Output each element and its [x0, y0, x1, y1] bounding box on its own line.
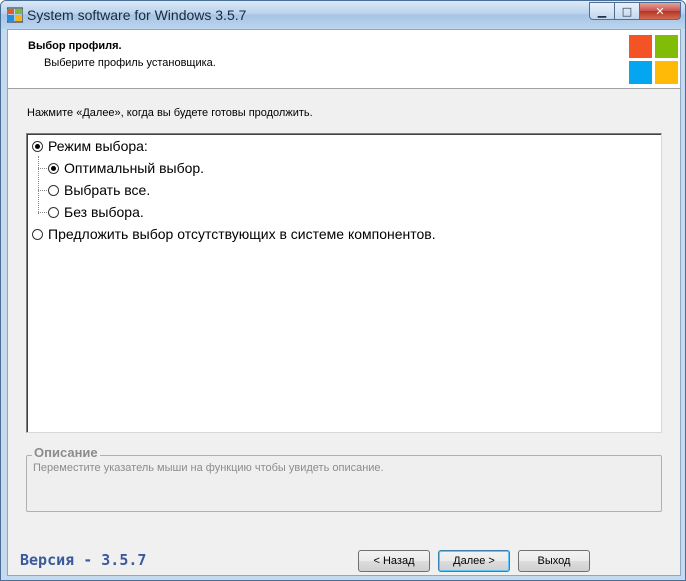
radio-button[interactable]: [48, 206, 59, 218]
windows-flag-icon: [7, 7, 23, 23]
radio-button[interactable]: [32, 140, 43, 152]
description-text: Переместите указатель мыши на функцию чт…: [33, 462, 384, 474]
next-button[interactable]: Далее >: [438, 550, 510, 572]
profile-tree[interactable]: Режим выбора: Оптимальный выбор. Выбрать…: [26, 133, 662, 433]
wizard-header: Выбор профиля. Выберите профиль установщ…: [8, 30, 680, 89]
radio-button[interactable]: [32, 228, 43, 240]
logo-blue-square: [629, 61, 652, 84]
maximize-button[interactable]: □: [614, 2, 640, 20]
profile-option-label: Оптимальный выбор.: [64, 160, 205, 176]
tree-connector: [38, 156, 39, 214]
profile-option-optimal[interactable]: Оптимальный выбор.: [48, 160, 204, 176]
page-subtitle: Выберите профиль установщика.: [44, 57, 216, 69]
dialog-client-area: Выбор профиля. Выберите профиль установщ…: [7, 29, 681, 576]
minimize-icon: ▁: [597, 4, 607, 18]
profile-option-label: Режим выбора:: [48, 138, 148, 154]
profile-option-select-all[interactable]: Выбрать все.: [48, 182, 150, 198]
radio-button[interactable]: [48, 162, 59, 174]
profile-option-selection-mode[interactable]: Режим выбора:: [32, 138, 148, 154]
windows-logo-icon: [629, 35, 679, 85]
exit-button[interactable]: Выход: [518, 550, 590, 572]
profile-option-suggest-missing[interactable]: Предложить выбор отсутствующих в системе…: [32, 226, 436, 242]
logo-red-square: [629, 35, 652, 58]
description-legend: Описание: [32, 445, 100, 460]
profile-option-label: Выбрать все.: [64, 182, 151, 198]
tree-connector: [38, 190, 47, 191]
profile-option-label: Без выбора.: [64, 204, 144, 220]
close-icon: ✕: [655, 4, 665, 18]
page-title: Выбор профиля.: [28, 40, 122, 52]
back-button[interactable]: < Назад: [358, 550, 430, 572]
version-label: Версия - 3.5.7: [20, 551, 147, 569]
profile-option-label: Предложить выбор отсутствующих в системе…: [48, 226, 436, 242]
maximize-icon: □: [621, 4, 633, 18]
radio-button[interactable]: [48, 184, 59, 196]
logo-green-square: [655, 35, 678, 58]
profile-option-none[interactable]: Без выбора.: [48, 204, 144, 220]
installer-window: System software for Windows 3.5.7 ▁ □ ✕ …: [0, 0, 686, 581]
minimize-button[interactable]: ▁: [589, 2, 615, 20]
logo-yellow-square: [655, 61, 678, 84]
window-title: System software for Windows 3.5.7: [27, 7, 247, 23]
close-button[interactable]: ✕: [639, 2, 681, 20]
title-bar[interactable]: System software for Windows 3.5.7 ▁ □ ✕: [1, 1, 685, 29]
tree-connector: [38, 212, 47, 213]
tree-connector: [38, 168, 47, 169]
instruction-text: Нажмите «Далее», когда вы будете готовы …: [27, 107, 313, 119]
